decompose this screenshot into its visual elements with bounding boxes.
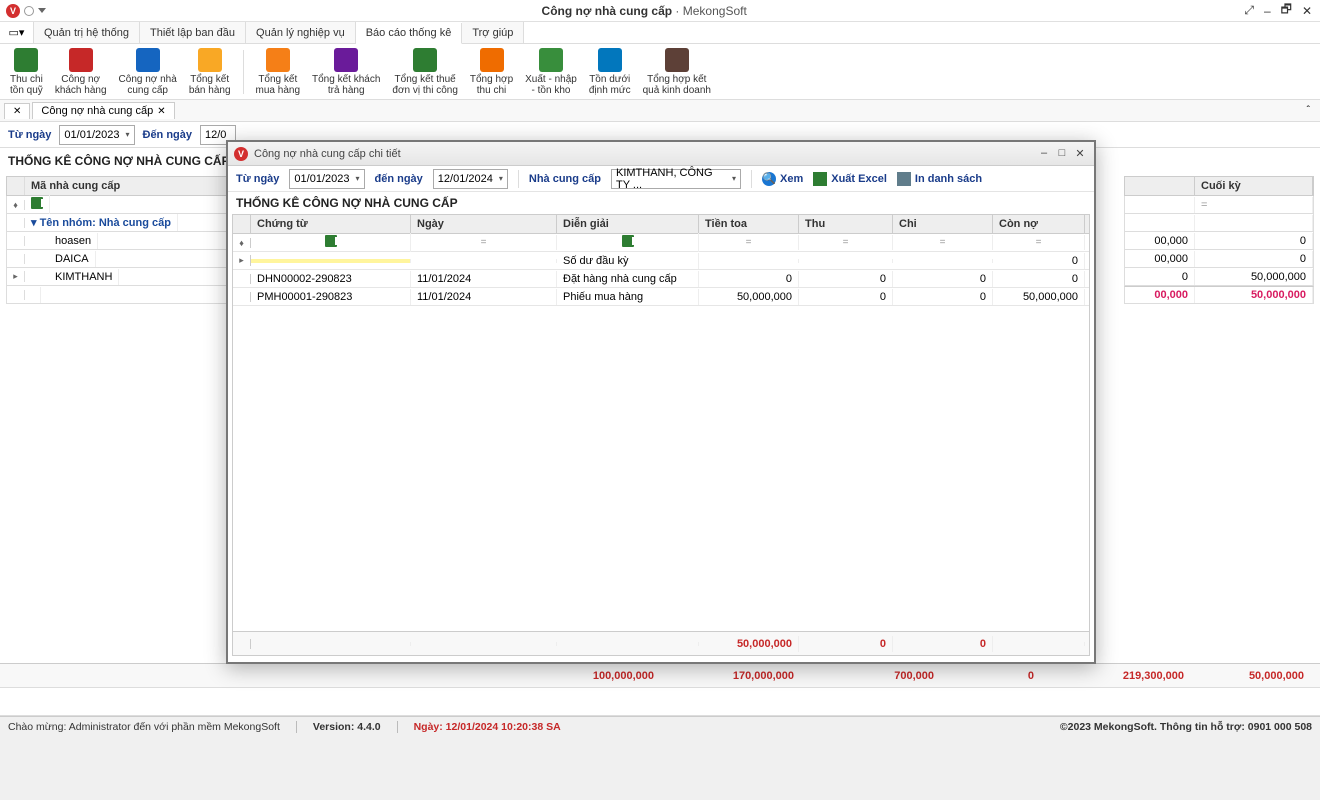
dlg-to-label: đến ngày: [375, 173, 423, 185]
menu-tab-0[interactable]: Quản trị hệ thống: [34, 22, 140, 43]
ribbon-icon: [69, 48, 93, 72]
table-row[interactable]: PMH00001-290823 11/01/2024 Phiếu mua hàn…: [233, 288, 1089, 306]
dialog-maximize-icon[interactable]: □: [1054, 147, 1070, 160]
statusbar: Chào mừng: Administrator đến với phần mề…: [0, 716, 1320, 736]
col-tientoa[interactable]: Tiền toa: [699, 215, 799, 233]
ribbon-công-nợ-nhà[interactable]: Công nợ nhàcung cấp: [115, 48, 181, 96]
col-chungtu[interactable]: Chứng từ: [251, 215, 411, 233]
titlebar: V Công nợ nhà cung cấp · MekongSoft ⤢ – …: [0, 0, 1320, 22]
ribbon-tổng-kết[interactable]: Tổng kếtbán hàng: [185, 48, 235, 96]
ribbon-tổng-hợp[interactable]: Tổng hợpthu chi: [466, 48, 517, 96]
dialog-close-icon[interactable]: ✕: [1072, 147, 1088, 160]
export-excel-button[interactable]: Xuất Excel: [813, 172, 887, 186]
app-icon: V: [6, 4, 20, 18]
ribbon-thu-chi[interactable]: Thu chitồn quỹ: [6, 48, 47, 96]
col-thu[interactable]: Thu: [799, 215, 893, 233]
ribbon-icon: [665, 48, 689, 72]
collapse-icon[interactable]: ˆ: [1307, 105, 1316, 116]
menu-tab-4[interactable]: Trợ giúp: [462, 22, 524, 43]
status-copyright: ©2023 MekongSoft. Thông tin hỗ trợ: 0901…: [1060, 721, 1312, 733]
print-button[interactable]: In danh sách: [897, 172, 982, 186]
supplier-row[interactable]: DAICA: [25, 251, 96, 267]
dlg-ncc-label: Nhà cung cấp: [529, 173, 601, 185]
col-chi[interactable]: Chi: [893, 215, 993, 233]
ribbon: Thu chitồn quỹCông nợkhách hàngCông nợ n…: [0, 44, 1320, 100]
dialog-title-text: Công nợ nhà cung cấp chi tiết: [254, 148, 401, 160]
table-row[interactable]: ▸ Số dư đầu kỳ 0: [233, 252, 1089, 270]
ribbon-icon: [539, 48, 563, 72]
view-toggle[interactable]: ▭▾: [0, 22, 34, 43]
window-title: Công nợ nhà cung cấp · MekongSoft: [46, 4, 1242, 18]
minimize-icon[interactable]: –: [1262, 4, 1273, 18]
dlg-ncc-select[interactable]: KIMTHANH, CÔNG TY ...▾: [611, 169, 741, 189]
ribbon-tồn-dưới[interactable]: Tồn dướiđịnh mức: [585, 48, 635, 96]
right-grid: Cuối kỳ = 00,0000 00,0000 050,000,000 00…: [1124, 176, 1314, 304]
dialog-subtitle: THỐNG KÊ CÔNG NỢ NHÀ CUNG CẤP: [228, 192, 1094, 214]
app-icon: V: [234, 147, 248, 161]
dlg-to-input[interactable]: 12/01/2024▾: [433, 169, 508, 189]
from-label: Từ ngày: [8, 129, 51, 141]
col-conno[interactable]: Còn nợ: [993, 215, 1085, 233]
ribbon-tổng-kết[interactable]: Tổng kếtmua hàng: [252, 48, 304, 96]
group-label[interactable]: Tên nhóm: Nhà cung cấp: [40, 217, 171, 229]
close-all-tab[interactable]: ✕: [4, 103, 30, 119]
dialog-toolbar: Từ ngày 01/01/2023▾ đến ngày 12/01/2024▾…: [228, 166, 1094, 192]
ribbon-icon: [413, 48, 437, 72]
doc-tab-congno[interactable]: Công nợ nhà cung cấp ✕: [32, 102, 174, 119]
doc-tabs: ✕ Công nợ nhà cung cấp ✕ ˆ: [0, 100, 1320, 122]
menu-tab-3[interactable]: Báo cáo thống kê: [356, 23, 463, 44]
dlg-from-input[interactable]: 01/01/2023▾: [289, 169, 364, 189]
dropdown-icon[interactable]: [38, 8, 46, 13]
menubar: ▭▾ Quản trị hệ thốngThiết lập ban đầuQuả…: [0, 22, 1320, 44]
excel-icon[interactable]: [622, 235, 634, 247]
view-button[interactable]: 🔍Xem: [762, 172, 803, 186]
table-row[interactable]: DHN00002-290823 11/01/2024 Đặt hàng nhà …: [233, 270, 1089, 288]
grid-header: Chứng từ Ngày Diễn giải Tiền toa Thu Chi…: [233, 215, 1089, 234]
fullscreen-icon[interactable]: ⤢: [1242, 3, 1256, 18]
filter-row[interactable]: ♦ = ====: [233, 234, 1089, 252]
doc-tab-label: Công nợ nhà cung cấp: [41, 105, 153, 117]
ribbon-icon: [136, 48, 160, 72]
ribbon-tổng-hợp-kết[interactable]: Tổng hợp kếtquả kinh doanh: [639, 48, 715, 96]
menu-tab-2[interactable]: Quản lý nghiệp vụ: [246, 22, 356, 43]
supplier-row[interactable]: KIMTHANH: [25, 269, 119, 285]
ribbon-xuất---nhập[interactable]: Xuất - nhập- tồn kho: [521, 48, 581, 96]
ribbon-icon: [334, 48, 358, 72]
supplier-row[interactable]: hoasen: [25, 233, 98, 249]
status-date: Ngày: 12/01/2024 10:20:38 SA: [414, 721, 561, 733]
col-diengiai[interactable]: Diễn giải: [557, 215, 699, 233]
to-label: Đến ngày: [143, 129, 193, 141]
dlg-from-label: Từ ngày: [236, 173, 279, 185]
ribbon-icon: [198, 48, 222, 72]
excel-icon[interactable]: [31, 197, 43, 209]
close-tab-icon[interactable]: ✕: [157, 106, 165, 117]
bg-totals: 100,000,000 170,000,000 700,000 0 219,30…: [0, 663, 1320, 687]
ribbon-icon: [266, 48, 290, 72]
menu-tab-1[interactable]: Thiết lập ban đầu: [140, 22, 246, 43]
status-version: Version: 4.4.0: [313, 721, 381, 733]
ribbon-icon: [598, 48, 622, 72]
dialog-minimize-icon[interactable]: –: [1036, 147, 1052, 160]
restore-icon[interactable]: 🗗: [1279, 0, 1294, 21]
dialog-titlebar[interactable]: V Công nợ nhà cung cấp chi tiết – □ ✕: [228, 142, 1094, 166]
circle-icon[interactable]: [24, 6, 34, 16]
ribbon-icon: [480, 48, 504, 72]
ribbon-tổng-kết-khách[interactable]: Tổng kết kháchtrả hàng: [308, 48, 384, 96]
grid-footer: 50,000,000 0 0: [233, 631, 1089, 655]
col-ngay[interactable]: Ngày: [411, 215, 557, 233]
dialog-grid: Chứng từ Ngày Diễn giải Tiền toa Thu Chi…: [232, 214, 1090, 656]
status-welcome: Chào mừng: Administrator đến với phần mề…: [8, 721, 280, 733]
ribbon-tổng-kết-thuế[interactable]: Tổng kết thuếđơn vị thi công: [388, 48, 461, 96]
detail-dialog: V Công nợ nhà cung cấp chi tiết – □ ✕ Từ…: [226, 140, 1096, 664]
ribbon-công-nợ[interactable]: Công nợkhách hàng: [51, 48, 111, 96]
close-icon[interactable]: ✕: [1300, 4, 1314, 18]
from-date-input[interactable]: 01/01/2023▾: [59, 125, 134, 145]
excel-icon[interactable]: [325, 235, 337, 247]
ribbon-icon: [14, 48, 38, 72]
col-cuoiky[interactable]: Cuối kỳ: [1195, 177, 1313, 195]
